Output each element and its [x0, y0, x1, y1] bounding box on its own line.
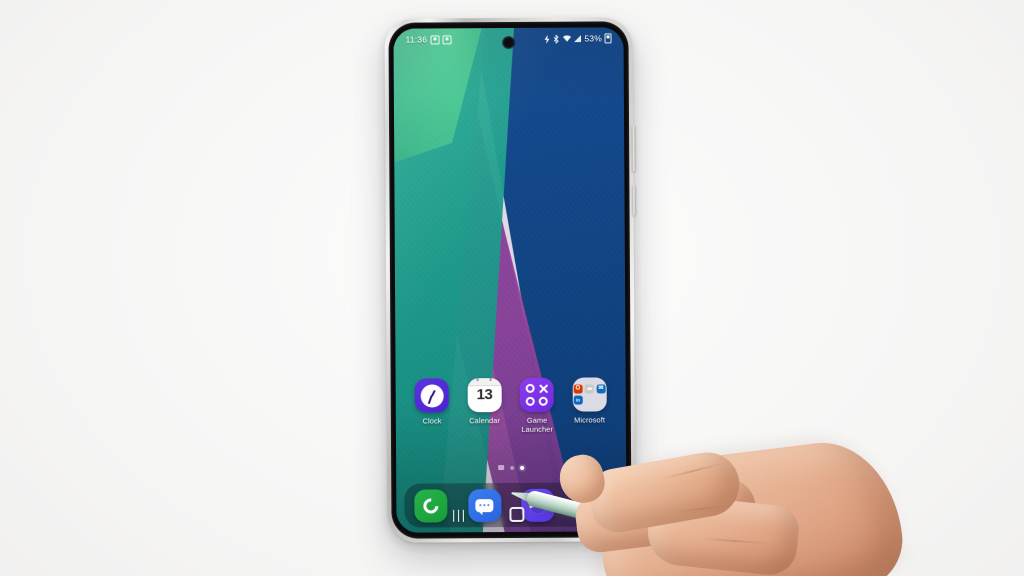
page-dot-1[interactable]	[510, 465, 515, 470]
status-bar-left: 11:36	[405, 34, 452, 45]
phone-device: 11:36 53% Clock 13 Calendar Game Launche…	[384, 17, 636, 543]
app-microsoft-folder[interactable]: O ☁ ✉ in Microsoft	[565, 377, 613, 433]
power-button[interactable]	[632, 185, 636, 216]
screen-record-icon	[430, 34, 440, 44]
front-camera-punch-hole	[503, 36, 515, 49]
page-dot-2-active[interactable]	[520, 465, 525, 470]
office-icon: O	[573, 384, 583, 394]
signal-icon	[574, 35, 582, 43]
clock-icon[interactable]	[414, 378, 450, 413]
home-button[interactable]	[509, 506, 525, 522]
folder-icon[interactable]: O ☁ ✉ in	[572, 377, 607, 412]
app-clock[interactable]: Clock	[408, 378, 456, 434]
app-calendar[interactable]: 13 Calendar	[460, 378, 508, 434]
status-bar-right: 53%	[543, 33, 612, 44]
app-label-game-launcher: Game Launcher	[521, 416, 553, 434]
navigation-bar: |||	[396, 501, 626, 526]
folder-preview-grid: O ☁ ✉ in	[573, 384, 606, 405]
onedrive-icon: ☁	[584, 384, 594, 394]
app-game-launcher[interactable]: Game Launcher	[513, 377, 561, 434]
game-launcher-glyph-grid	[525, 383, 549, 406]
home-indicator[interactable]	[498, 465, 505, 471]
clock-face	[420, 383, 444, 408]
screenshot-icon	[442, 34, 452, 44]
calendar-header	[467, 378, 502, 387]
game-glyph-o-1	[525, 383, 535, 393]
linkedin-icon: in	[573, 395, 583, 405]
calendar-day-number: 13	[476, 386, 493, 404]
app-label-microsoft: Microsoft	[574, 415, 606, 425]
screenshot-scene: 11:36 53% Clock 13 Calendar Game Launche…	[0, 0, 1024, 576]
wifi-icon	[562, 35, 571, 42]
phone-screen[interactable]: 11:36 53% Clock 13 Calendar Game Launche…	[393, 27, 627, 533]
battery-icon	[604, 33, 612, 44]
game-launcher-icon[interactable]	[519, 377, 555, 412]
wallpaper	[393, 27, 627, 533]
home-screen-app-row: Clock 13 Calendar Game Launcher O ☁ ✉ in…	[396, 377, 626, 434]
app-label-game-line2: Launcher	[521, 424, 554, 434]
outlook-icon: ✉	[596, 384, 606, 394]
game-glyph-o-3	[538, 396, 549, 406]
game-glyph-o-2	[525, 396, 536, 406]
app-label-game-line1: Game	[526, 415, 548, 425]
phone-bezel: 11:36 53% Clock 13 Calendar Game Launche…	[388, 21, 632, 539]
bluetooth-icon	[554, 34, 560, 44]
wallpaper-shading	[393, 27, 627, 533]
nfc-icon	[544, 34, 550, 44]
back-button[interactable]	[567, 512, 571, 516]
status-time: 11:36	[405, 34, 428, 45]
game-glyph-x	[538, 383, 548, 393]
recents-button[interactable]: |||	[452, 507, 467, 522]
app-label-calendar: Calendar	[469, 416, 501, 426]
volume-rocker-button[interactable]	[632, 125, 636, 172]
battery-percent-label: 53%	[584, 33, 603, 44]
calendar-icon[interactable]: 13	[467, 378, 502, 413]
app-label-clock: Clock	[422, 416, 442, 426]
